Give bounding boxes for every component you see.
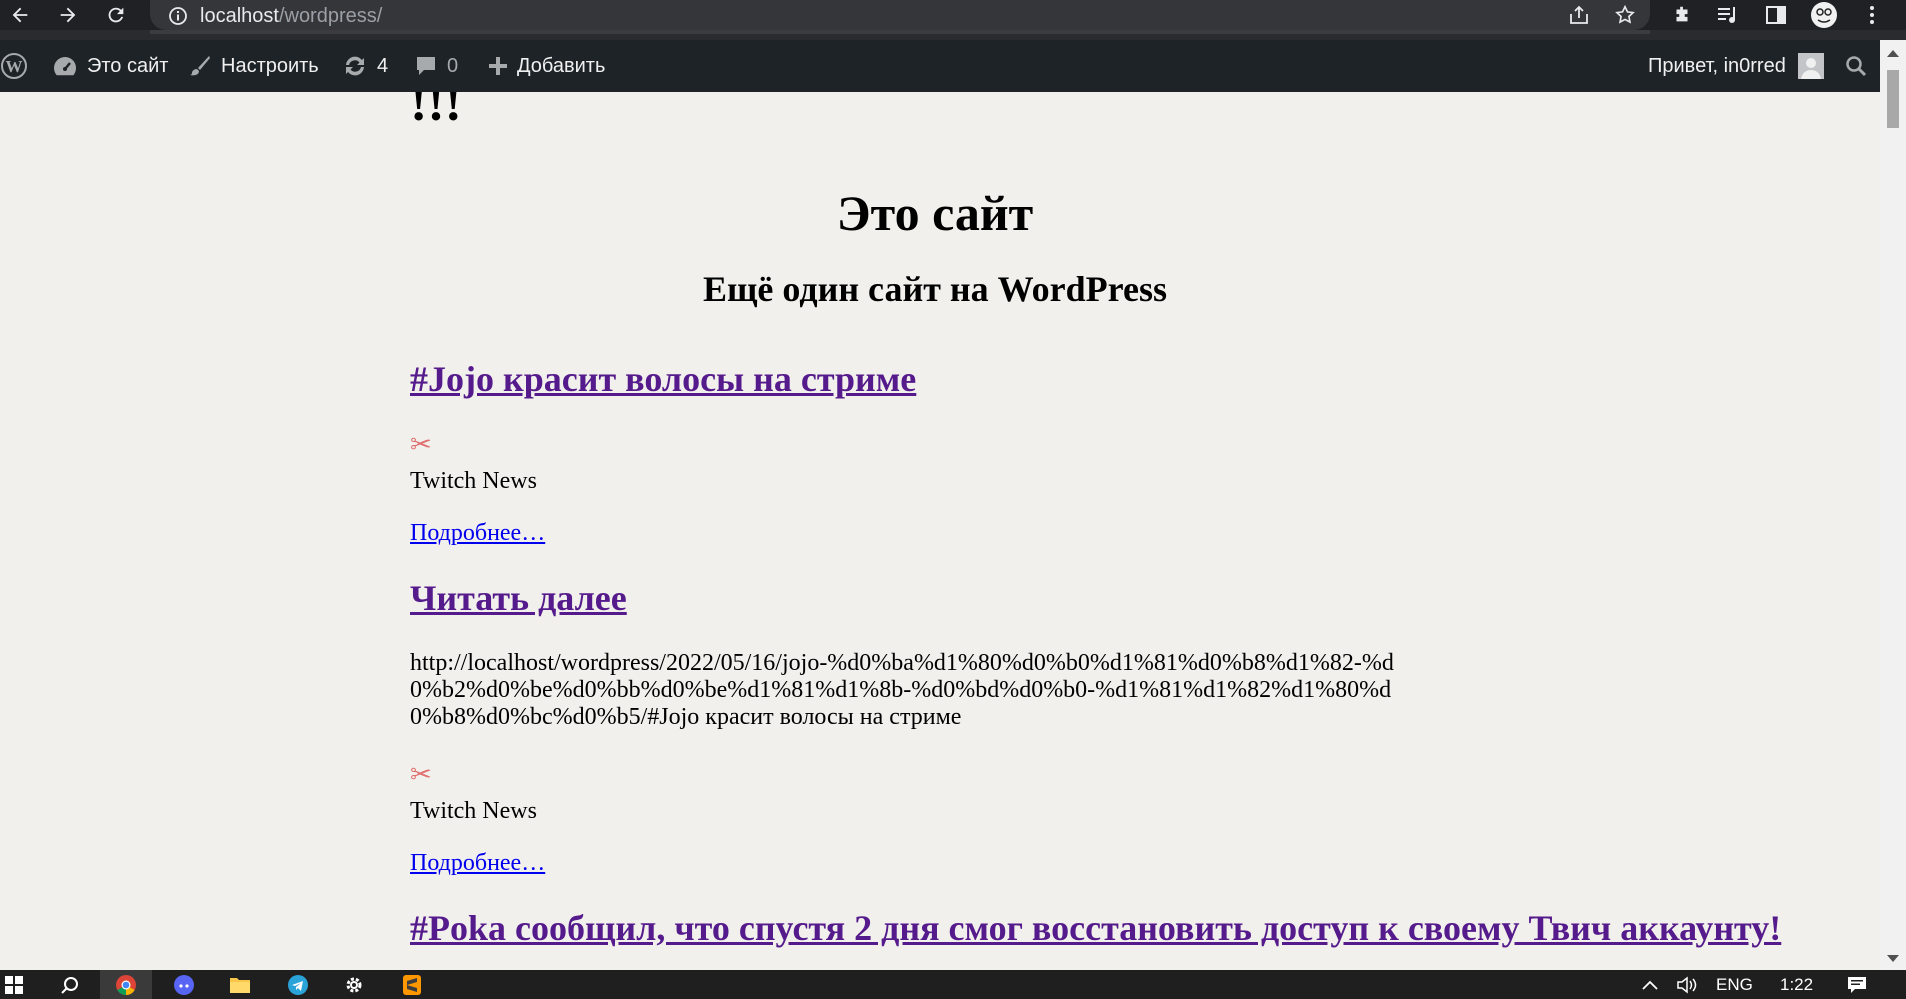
dashboard-gauge-icon xyxy=(54,57,76,76)
page-content: !!! Это сайт Ещё один сайт на WordPress … xyxy=(0,92,1880,970)
toolbar-divider xyxy=(0,30,1906,40)
back-button[interactable] xyxy=(0,0,40,30)
taskbar-search-button[interactable] xyxy=(52,970,88,999)
post-category: Twitch News xyxy=(410,798,537,824)
bookmark-star-icon[interactable] xyxy=(1614,4,1636,26)
user-avatar-icon xyxy=(1797,53,1824,79)
address-bar[interactable]: localhost/wordpress/ xyxy=(150,0,1650,30)
read-more-link[interactable]: Подробнее… xyxy=(410,520,545,547)
site-info-icon[interactable] xyxy=(168,6,188,26)
taskbar-sublime-text[interactable] xyxy=(394,970,430,999)
svg-text:W: W xyxy=(6,57,23,76)
share-icon[interactable] xyxy=(1568,5,1590,25)
scissors-icon: ✂ xyxy=(410,430,432,459)
forward-button[interactable] xyxy=(48,0,88,30)
header-exclamation: !!! xyxy=(410,92,462,132)
updates-link[interactable]: 4 xyxy=(342,40,388,92)
updates-count: 4 xyxy=(377,54,389,77)
post-title-link[interactable]: Читать далее xyxy=(410,577,627,619)
notification-icon xyxy=(1848,976,1866,993)
url-path: /wordpress/ xyxy=(278,5,383,27)
system-clock[interactable]: 1:22 xyxy=(1780,970,1813,999)
show-hidden-icons-button[interactable] xyxy=(1636,970,1664,999)
kebab-menu-icon xyxy=(1870,6,1874,24)
wp-admin-bar: W Это сайт Настроить 4 0 Добавить Привет… xyxy=(0,40,1880,92)
search-icon xyxy=(1846,56,1867,77)
taskbar-telegram[interactable] xyxy=(280,970,316,999)
site-description: Ещё один сайт на WordPress xyxy=(703,269,1167,309)
scrollbar-thumb[interactable] xyxy=(1887,70,1899,128)
brush-icon xyxy=(190,56,210,76)
windows-taskbar: ENG 1:22 xyxy=(0,970,1906,999)
url-text: localhost/wordpress/ xyxy=(200,5,382,28)
chrome-icon xyxy=(116,974,136,995)
taskbar-chrome[interactable] xyxy=(108,970,144,999)
media-control-button[interactable] xyxy=(1708,0,1748,30)
speaker-icon xyxy=(1677,975,1697,994)
side-panel-icon xyxy=(1766,6,1786,24)
page-scrollbar[interactable] xyxy=(1880,40,1906,970)
comments-count: 0 xyxy=(447,54,459,77)
taskbar-discord[interactable] xyxy=(166,970,202,999)
start-button[interactable] xyxy=(0,970,28,999)
comment-bubble-icon xyxy=(417,57,435,75)
back-arrow-icon xyxy=(12,7,28,23)
customize-link[interactable]: Настроить xyxy=(188,40,319,92)
extensions-button[interactable] xyxy=(1662,0,1702,30)
plus-icon xyxy=(489,57,507,75)
greeting-label: Привет, in0rred xyxy=(1648,54,1786,77)
reload-button[interactable] xyxy=(96,0,136,30)
new-content-label: Добавить xyxy=(517,54,606,77)
browser-toolbar: localhost/wordpress/ xyxy=(0,0,1906,30)
updates-refresh-icon xyxy=(346,56,364,76)
sublime-text-icon xyxy=(403,974,421,995)
input-language[interactable]: ENG xyxy=(1716,970,1753,999)
site-title[interactable]: Это сайт xyxy=(410,184,1460,242)
site-name-label: Это сайт xyxy=(87,54,169,77)
url-host: localhost xyxy=(200,5,279,27)
playlist-icon xyxy=(1718,7,1735,23)
scroll-up-arrow-icon[interactable] xyxy=(1887,50,1899,57)
chrome-menu-button[interactable] xyxy=(1852,0,1892,30)
comments-link[interactable]: 0 xyxy=(414,40,458,92)
post-title-link[interactable]: #Poka сообщил, что спустя 2 дня смог вос… xyxy=(410,907,1781,949)
scroll-down-arrow-icon[interactable] xyxy=(1887,955,1899,962)
profile-avatar-icon xyxy=(1811,2,1837,28)
puzzle-icon xyxy=(1676,6,1688,22)
taskbar-file-explorer[interactable] xyxy=(222,970,258,999)
post-category: Twitch News xyxy=(410,468,537,494)
windows-logo-icon xyxy=(5,975,23,994)
wp-logo-menu[interactable]: W xyxy=(0,40,37,92)
post-title-link[interactable]: #Jojo красит волосы на стриме xyxy=(410,358,916,400)
folder-icon xyxy=(230,977,250,993)
search-icon xyxy=(61,976,78,994)
profile-button[interactable] xyxy=(1804,0,1844,30)
post-excerpt-url: http://localhost/wordpress/2022/05/16/jo… xyxy=(410,650,1394,730)
discord-icon xyxy=(174,974,194,995)
reload-icon xyxy=(108,7,124,23)
wordpress-logo-icon: W xyxy=(1,53,27,79)
notification-center-button[interactable] xyxy=(1842,970,1872,999)
telegram-icon xyxy=(288,974,308,995)
admin-search-button[interactable] xyxy=(1844,40,1877,92)
site-name-menu[interactable]: Это сайт xyxy=(52,40,168,92)
my-account-menu[interactable]: Привет, in0rred xyxy=(1648,40,1824,92)
side-panel-button[interactable] xyxy=(1756,0,1796,30)
taskbar-settings[interactable] xyxy=(336,970,372,999)
forward-arrow-icon xyxy=(60,7,76,23)
volume-button[interactable] xyxy=(1672,970,1702,999)
chevron-up-icon xyxy=(1642,980,1658,990)
gear-icon xyxy=(346,977,362,992)
customize-label: Настроить xyxy=(221,54,319,77)
new-content-menu[interactable]: Добавить xyxy=(488,40,605,92)
scissors-icon: ✂ xyxy=(410,760,432,789)
read-more-link[interactable]: Подробнее… xyxy=(410,850,545,877)
